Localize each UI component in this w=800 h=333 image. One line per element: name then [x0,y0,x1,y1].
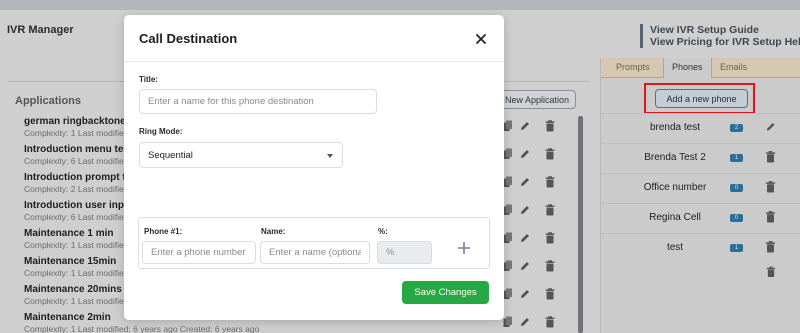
row-action-set [500,202,570,230]
percent-input[interactable] [377,241,432,264]
row-actions [500,118,570,333]
trash-icon[interactable] [766,266,776,278]
pencil-icon[interactable] [520,176,530,188]
application-meta: Complexity: 1 Last modified [24,268,129,278]
pencil-icon[interactable] [520,260,530,272]
copy-icon[interactable] [503,204,513,216]
tab-bar: Prompts Phones Emails [601,58,800,78]
ring-mode-select[interactable]: Sequential [139,142,343,168]
title-input[interactable] [139,89,377,114]
phone-name: brenda test [649,122,701,133]
trash-icon[interactable] [545,232,555,244]
applications-heading: Applications [15,95,82,107]
phone-row[interactable]: brenda test 2 [600,113,800,143]
trash-icon[interactable] [765,240,776,254]
count-badge: 0 [730,184,743,192]
pencil-icon[interactable] [520,204,530,216]
trash-icon[interactable] [765,210,776,224]
application-meta: Complexity: 2 Last modified [24,184,129,194]
row-action-set [500,146,570,174]
count-badge: 0 [730,214,743,222]
ring-mode-label: Ring Mode: [139,127,183,136]
count-badge: 1 [730,244,743,252]
application-meta: Complexity: 1 Last modified [24,296,129,306]
copy-icon[interactable] [503,232,513,244]
application-meta: Complexity: 1 Last modified [24,128,129,138]
phone-number-label: Phone #1: [144,227,183,236]
phone-number-input[interactable] [142,241,256,264]
trash-icon[interactable] [545,260,555,272]
count-badge: 2 [730,124,743,132]
trash-icon[interactable] [765,180,776,194]
application-meta: Complexity: 6 Last modified [24,212,129,222]
application-meta: Complexity: 1 Last modified: 6 years ago… [24,324,260,333]
phone-row[interactable]: Regina Cell 0 [600,203,800,233]
row-action-set [500,174,570,202]
page-title: IVR Manager [7,24,74,36]
copy-icon[interactable] [503,148,513,160]
application-meta: Complexity: 6 Last modified [24,156,129,166]
application-name: Maintenance 2min [24,312,111,323]
phone-row[interactable]: Office number 0 [600,173,800,203]
trash-icon[interactable] [545,176,555,188]
phone-row[interactable]: test 1 [600,233,800,263]
pencil-icon[interactable] [520,148,530,160]
application-name: Maintenance 20mins [24,284,122,295]
tab-phones[interactable]: Phones [663,58,712,78]
trash-icon[interactable] [545,120,555,132]
title-label: Title: [139,75,158,84]
name-label: Name: [261,227,286,236]
pencil-icon[interactable] [520,120,530,132]
add-new-phone-button[interactable]: Add a new phone [655,89,748,108]
ring-mode-value: Sequential [148,149,193,161]
chevron-down-icon [327,154,333,158]
row-action-set [500,230,570,258]
row-action-set [500,286,570,314]
application-name: Maintenance 15min [24,256,117,267]
save-changes-button[interactable]: Save Changes [402,281,489,304]
trash-icon[interactable] [545,316,555,328]
phone-name: Regina Cell [649,212,701,223]
percent-label: %: [378,227,388,236]
application-name: Introduction user input t [24,200,140,211]
copy-icon[interactable] [503,176,513,188]
phone-name: test [666,242,684,253]
name-input[interactable] [260,241,370,264]
application-name: Maintenance 1 min [24,228,114,239]
pencil-icon[interactable] [765,120,776,134]
top-strip [0,0,800,10]
call-destination-modal: Call Destination Title: Ring Mode: Seque… [124,15,504,320]
row-action-set [500,258,570,286]
trash-icon[interactable] [545,148,555,160]
modal-title: Call Destination [139,31,238,46]
close-icon[interactable] [473,31,489,47]
tab-emails[interactable]: Emails [720,62,747,72]
scrollbar[interactable] [578,116,583,333]
copy-icon[interactable] [503,120,513,132]
pencil-icon[interactable] [520,288,530,300]
phone-row[interactable]: Brenda Test 2 1 [600,143,800,173]
application-name: Introduction prompt test [24,172,141,183]
copy-icon[interactable] [503,288,513,300]
trash-icon[interactable] [545,204,555,216]
copy-icon[interactable] [503,260,513,272]
help-links: View IVR Setup Guide View Pricing for IV… [640,24,800,48]
phone-name: Brenda Test 2 [644,152,706,163]
row-action-set [500,314,570,333]
trash-icon[interactable] [765,150,776,164]
modal-divider [124,61,504,62]
application-meta: Complexity: 1 Last modified [24,240,129,250]
phone-name: Office number [643,182,707,193]
copy-icon[interactable] [503,316,513,328]
trash-icon[interactable] [545,288,555,300]
pencil-icon[interactable] [520,232,530,244]
count-badge: 1 [730,154,743,162]
plus-icon[interactable] [456,240,472,256]
setup-guide-link[interactable]: View IVR Setup Guide [650,24,800,36]
pencil-icon[interactable] [520,316,530,328]
pricing-help-link[interactable]: View Pricing for IVR Setup Help [650,36,800,48]
row-action-set [500,118,570,146]
tab-prompts[interactable]: Prompts [616,62,650,72]
